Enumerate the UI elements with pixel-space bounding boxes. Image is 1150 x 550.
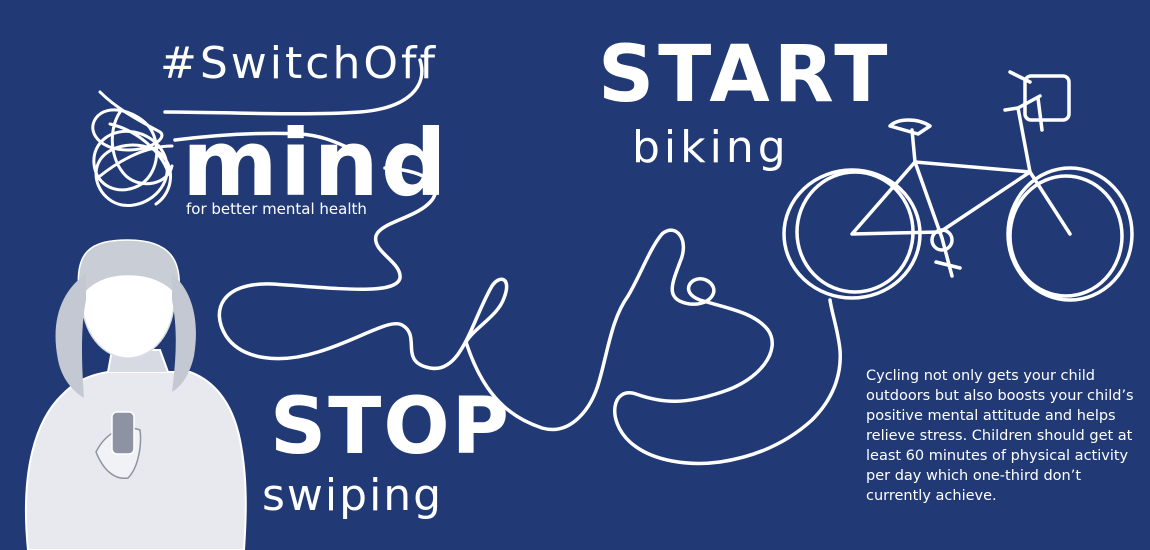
switchoff-banner: #SwitchOff mind for better mental health… (0, 0, 1150, 550)
brand-wordmark: mind (182, 110, 449, 217)
body-paragraph: Cycling not only gets your child outdoor… (866, 368, 1134, 504)
mind-scribble-logo-icon (91, 90, 174, 207)
headline-swiping: swiping (262, 470, 444, 521)
hashtag-title: #SwitchOff (160, 38, 438, 89)
girl-with-phone-illustration (24, 239, 247, 550)
headline-start: START (598, 30, 892, 120)
brand-tagline: for better mental health (186, 200, 367, 218)
headline-biking: biking (632, 122, 790, 173)
headline-stop: STOP (270, 382, 511, 472)
